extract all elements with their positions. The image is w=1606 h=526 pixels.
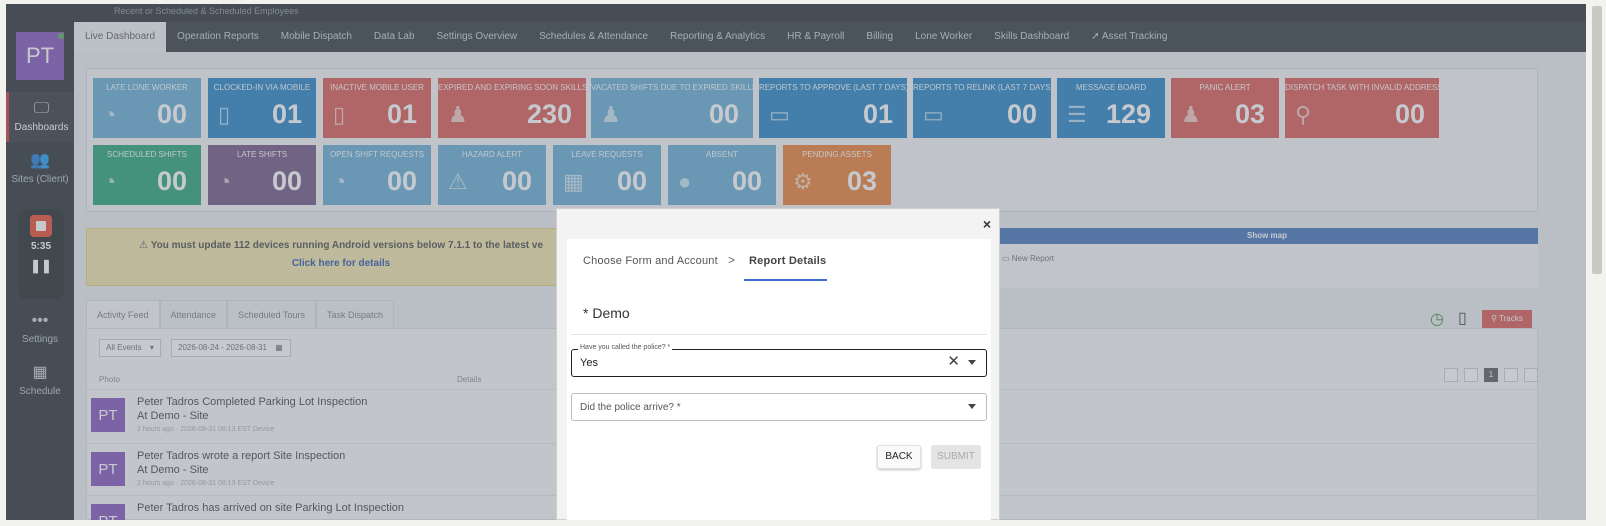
clear-icon[interactable]: ✕	[947, 354, 960, 370]
form-title: * Demo	[583, 305, 630, 321]
app-window: PT 🖵 Dashboards 👥 Sites (Client) ••• Set…	[6, 4, 1586, 520]
called-police-value: Yes	[580, 357, 598, 369]
modal-body: Choose Form and Account > Report Details…	[567, 239, 991, 520]
step-report-details[interactable]: Report Details	[749, 255, 826, 267]
active-step-indicator	[744, 279, 827, 281]
back-button[interactable]: BACK	[877, 445, 921, 469]
chevron-right-icon: >	[728, 253, 736, 267]
scrollbar-thumb[interactable]	[1592, 6, 1602, 274]
chevron-down-icon[interactable]	[968, 360, 976, 365]
chevron-down-icon[interactable]	[968, 404, 976, 409]
called-police-select[interactable]: Have you called the police? * Yes ✕	[571, 344, 987, 377]
divider	[571, 334, 987, 335]
police-arrived-select[interactable]: Did the police arrive? *	[571, 393, 987, 421]
report-modal: × Choose Form and Account > Report Detai…	[556, 208, 1000, 520]
close-icon[interactable]: ×	[983, 217, 991, 231]
submit-button[interactable]: SUBMIT	[931, 445, 981, 469]
step-choose-form[interactable]: Choose Form and Account	[583, 255, 718, 267]
police-arrived-placeholder: Did the police arrive? *	[580, 402, 681, 413]
called-police-label: Have you called the police? *	[578, 344, 673, 351]
